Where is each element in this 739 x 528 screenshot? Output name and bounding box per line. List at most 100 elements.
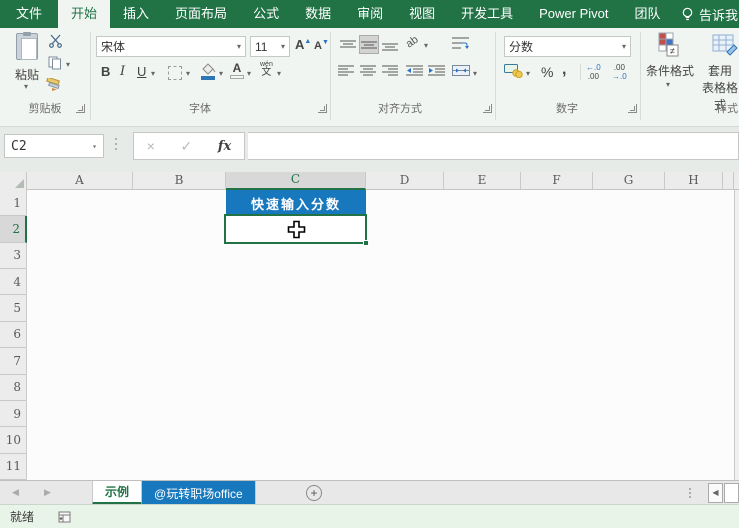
sheet-grid[interactable]: 1234567891011 快速输入分数 [0,190,739,480]
orientation-dropdown-arrow[interactable]: ▾ [424,41,428,50]
name-box[interactable]: C2 ▾ [4,134,104,158]
font-color-button[interactable]: A [230,62,244,79]
ribbon-tab-视图[interactable]: 视图 [396,0,448,28]
select-all-corner[interactable] [0,172,27,190]
copy-button[interactable] [48,56,62,70]
fill-handle[interactable] [363,240,369,246]
alignment-dialog-launcher[interactable] [483,104,492,113]
merge-center-button[interactable] [452,64,470,77]
column-header-partial[interactable] [723,172,734,190]
wrap-text-button[interactable] [452,36,469,49]
cancel-icon[interactable]: × [147,138,155,154]
bold-button[interactable]: B [101,64,110,79]
sheet-tab-示例[interactable]: 示例 [92,481,142,505]
font-color-dropdown-arrow[interactable]: ▾ [247,69,251,78]
paste-icon[interactable] [16,33,38,60]
new-sheet-button[interactable]: + [306,485,322,501]
fill-color-button[interactable] [200,63,216,80]
column-header-A[interactable]: A [27,172,133,190]
tab-splitter-handle[interactable] [689,488,691,498]
conditional-formatting-arrow[interactable]: ▾ [666,80,670,89]
paste-dropdown-arrow[interactable]: ▾ [24,82,28,91]
percent-style-button[interactable]: % [541,64,553,80]
align-top-button[interactable] [338,36,358,54]
vertical-scrollbar[interactable] [734,190,739,480]
orientation-button[interactable]: ab [406,36,418,48]
ribbon-tab-公式[interactable]: 公式 [240,0,292,28]
column-header-B[interactable]: B [133,172,226,190]
number-format-combo[interactable]: 分数▾ [504,36,631,57]
row-header-5[interactable]: 5 [0,295,27,321]
column-header-D[interactable]: D [366,172,444,190]
increase-indent-button[interactable] [428,64,445,77]
sheet-tab-@玩转职场office[interactable]: @玩转职场office [142,481,256,505]
insert-function-icon[interactable]: fx [218,139,231,154]
font-size-combo[interactable]: 11▾ [250,36,290,57]
clipboard-dialog-launcher[interactable] [76,104,85,113]
column-header-H[interactable]: H [665,172,723,190]
shrink-font-button[interactable]: A▼ [314,39,329,52]
row-header-11[interactable]: 11 [0,454,27,480]
phonetic-dropdown-arrow[interactable]: ▾ [277,69,281,78]
merge-dropdown-arrow[interactable]: ▾ [473,69,477,78]
paste-button[interactable]: 粘贴 [8,66,46,83]
row-header-8[interactable]: 8 [0,375,27,401]
hscroll-thumb[interactable] [724,483,739,503]
macro-record-icon[interactable] [58,511,71,523]
copy-dropdown-arrow[interactable]: ▾ [66,60,70,69]
align-middle-button[interactable] [359,35,379,54]
tell-me[interactable]: 告诉我 [677,0,739,28]
column-header-C[interactable]: C [226,172,366,190]
phonetic-button[interactable]: wén 文 [260,61,273,77]
increase-decimal-button[interactable]: ←.0 .00 [586,63,601,81]
ribbon-tab-插入[interactable]: 插入 [110,0,162,28]
row-header-6[interactable]: 6 [0,322,27,348]
column-header-F[interactable]: F [521,172,593,190]
borders-button[interactable] [168,66,182,80]
row-header-10[interactable]: 10 [0,427,27,453]
conditional-formatting-button[interactable]: 条件格式 [644,62,696,79]
row-header-2[interactable]: 2 [0,216,27,242]
align-left-button[interactable] [338,64,354,77]
underline-dropdown-arrow[interactable]: ▾ [151,69,155,78]
formula-bar-resize-handle[interactable] [115,138,117,150]
hscroll-left-button[interactable]: ◀ [708,483,723,503]
row-header-3[interactable]: 3 [0,243,27,269]
column-header-E[interactable]: E [444,172,521,190]
fill-color-dropdown-arrow[interactable]: ▾ [219,69,223,78]
row-header-9[interactable]: 9 [0,401,27,427]
accounting-dropdown-arrow[interactable]: ▾ [526,69,530,78]
cut-button[interactable] [48,34,63,48]
accounting-format-button[interactable] [504,63,523,78]
underline-button[interactable]: U [137,64,146,79]
italic-button[interactable]: I [120,64,125,79]
sheet-nav-next-icon[interactable]: ▶ [44,487,51,498]
ribbon-tab-开发工具[interactable]: 开发工具 [448,0,526,28]
comma-style-button[interactable]: , [562,61,566,79]
enter-icon[interactable]: ✓ [181,138,193,155]
ribbon-tab-开始[interactable]: 开始 [58,0,110,28]
formula-input[interactable] [248,132,739,160]
align-center-button[interactable] [360,64,376,77]
ribbon-tab-审阅[interactable]: 审阅 [344,0,396,28]
sheet-nav-prev-icon[interactable]: ◀ [12,487,19,498]
row-header-1[interactable]: 1 [0,190,27,216]
align-bottom-button[interactable] [380,36,400,54]
column-header-G[interactable]: G [593,172,665,190]
ribbon-tab-团队[interactable]: 团队 [622,0,674,28]
number-dialog-launcher[interactable] [628,104,637,113]
borders-dropdown-arrow[interactable]: ▾ [186,69,190,78]
grow-font-button[interactable]: A▲ [295,37,311,52]
tab-file[interactable]: 文件 [0,0,58,28]
ribbon-tab-数据[interactable]: 数据 [292,0,344,28]
row-header-7[interactable]: 7 [0,348,27,374]
decrease-indent-button[interactable] [406,64,423,77]
font-name-combo[interactable]: 宋体▾ [96,36,246,57]
cell-C1-banner[interactable]: 快速输入分数 [226,190,366,216]
ribbon-tab-Power Pivot[interactable]: Power Pivot [526,0,621,28]
ribbon-tab-页面布局[interactable]: 页面布局 [162,0,240,28]
font-dialog-launcher[interactable] [318,104,327,113]
align-right-button[interactable] [382,64,398,77]
format-painter-button[interactable] [46,78,62,92]
decrease-decimal-button[interactable]: .00 →.0 [612,63,627,81]
